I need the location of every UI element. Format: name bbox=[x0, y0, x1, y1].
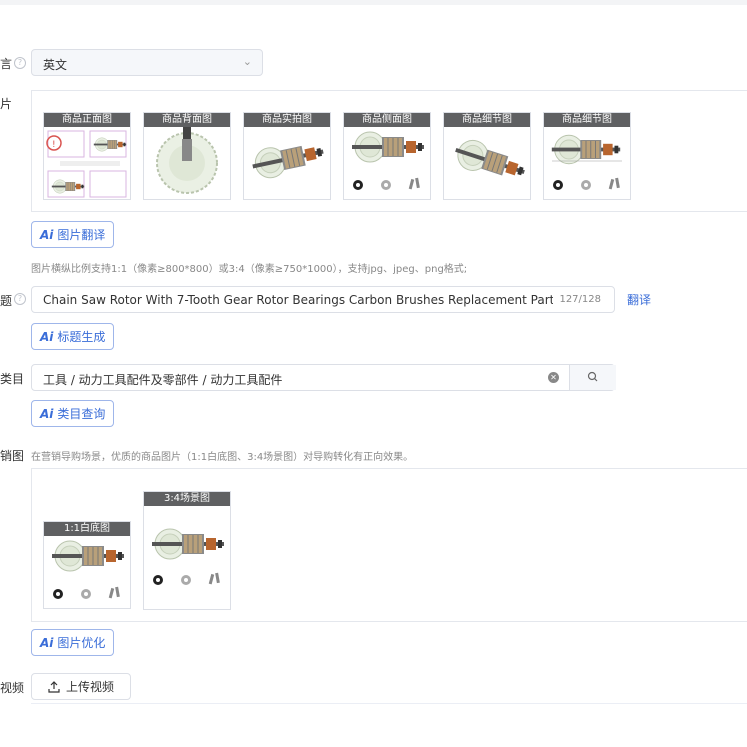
category-input[interactable]: 工具 / 动力工具配件及零部件 / 动力工具配件 ✕ bbox=[31, 364, 616, 391]
category-query-button[interactable]: Ai 类目查询 bbox=[31, 400, 115, 427]
images-hint: 图片横纵比例支持1:1（像素≥800*800）或3:4（像素≥750*1000）… bbox=[31, 264, 468, 275]
marketing-label: 销图 bbox=[0, 449, 25, 463]
title-input[interactable]: Chain Saw Rotor With 7-Tooth Gear Rotor … bbox=[31, 286, 615, 313]
marketing-image-portrait[interactable]: 3:4场景图 bbox=[143, 491, 231, 610]
product-image-front[interactable]: ! 商品正面图 bbox=[43, 112, 131, 200]
translate-link[interactable]: 翻译 bbox=[627, 291, 651, 308]
images-label: 片 bbox=[0, 97, 13, 111]
product-image-detail-2[interactable]: 商品细节图 bbox=[543, 112, 631, 200]
image-optimize-label: 图片优化 bbox=[57, 636, 106, 650]
marketing-image-square[interactable]: 1:1白底图 bbox=[43, 521, 131, 609]
help-icon[interactable]: ? bbox=[14, 57, 26, 69]
product-image-side[interactable]: 商品侧面图 bbox=[343, 112, 431, 200]
top-bar bbox=[0, 0, 747, 5]
search-icon bbox=[587, 371, 598, 382]
image-caption: 商品实拍图 bbox=[244, 113, 330, 127]
marketing-images-panel: 1:1白底图 3:4场景图 bbox=[31, 468, 747, 622]
title-input-value: Chain Saw Rotor With 7-Tooth Gear Rotor … bbox=[43, 293, 553, 307]
image-translate-label: 图片翻译 bbox=[57, 228, 106, 242]
product-image-real[interactable]: 商品实拍图 bbox=[243, 112, 331, 200]
image-caption: 1:1白底图 bbox=[44, 522, 130, 536]
product-images-panel: ! 商品正面图 商品背面图 商品实拍图 商品侧面图 商品细节图 商品细节图 bbox=[31, 90, 747, 212]
product-image-detail-1[interactable]: 商品细节图 bbox=[443, 112, 531, 200]
video-label: 视频 bbox=[0, 681, 25, 695]
marketing-hint: 在营销导购场景，优质的商品图片（1:1白底图、3:4场景图）对导购转化有正向效果… bbox=[31, 452, 414, 463]
language-select-value: 英文 bbox=[43, 58, 68, 72]
language-label: 言 bbox=[0, 57, 13, 71]
image-caption: 3:4场景图 bbox=[144, 492, 230, 506]
category-query-label: 类目查询 bbox=[57, 407, 106, 421]
category-search-button[interactable] bbox=[569, 365, 616, 390]
title-generate-button[interactable]: Ai 标题生成 bbox=[31, 323, 115, 350]
ai-icon: Ai bbox=[40, 635, 54, 650]
upload-icon bbox=[48, 680, 60, 693]
category-input-value: 工具 / 动力工具配件及零部件 / 动力工具配件 bbox=[43, 373, 283, 387]
divider bbox=[31, 703, 747, 704]
upload-video-button[interactable]: 上传视频 bbox=[31, 673, 131, 700]
image-optimize-button[interactable]: Ai 图片优化 bbox=[31, 629, 115, 656]
ai-icon: Ai bbox=[40, 227, 54, 242]
title-char-count: 127/128 bbox=[559, 294, 601, 305]
ai-icon: Ai bbox=[40, 329, 54, 344]
chevron-down-icon: ⌄ bbox=[242, 55, 252, 68]
product-image-back[interactable]: 商品背面图 bbox=[143, 112, 231, 200]
svg-text:!: ! bbox=[52, 140, 56, 150]
category-label: 类目 bbox=[0, 372, 25, 386]
image-caption: 商品背面图 bbox=[144, 113, 230, 127]
image-caption: 商品侧面图 bbox=[344, 113, 430, 127]
product-photo bbox=[151, 528, 225, 585]
title-generate-label: 标题生成 bbox=[57, 330, 106, 344]
image-translate-button[interactable]: Ai 图片翻译 bbox=[31, 221, 115, 248]
help-icon[interactable]: ? bbox=[14, 293, 26, 305]
title-label: 题 bbox=[0, 294, 13, 308]
image-caption: 商品细节图 bbox=[444, 113, 530, 127]
language-select[interactable]: 英文 ⌄ bbox=[31, 49, 263, 76]
clear-icon[interactable]: ✕ bbox=[548, 372, 559, 383]
upload-video-label: 上传视频 bbox=[65, 680, 114, 694]
image-caption: 商品正面图 bbox=[44, 113, 130, 127]
image-caption: 商品细节图 bbox=[544, 113, 630, 127]
ai-icon: Ai bbox=[40, 406, 54, 421]
